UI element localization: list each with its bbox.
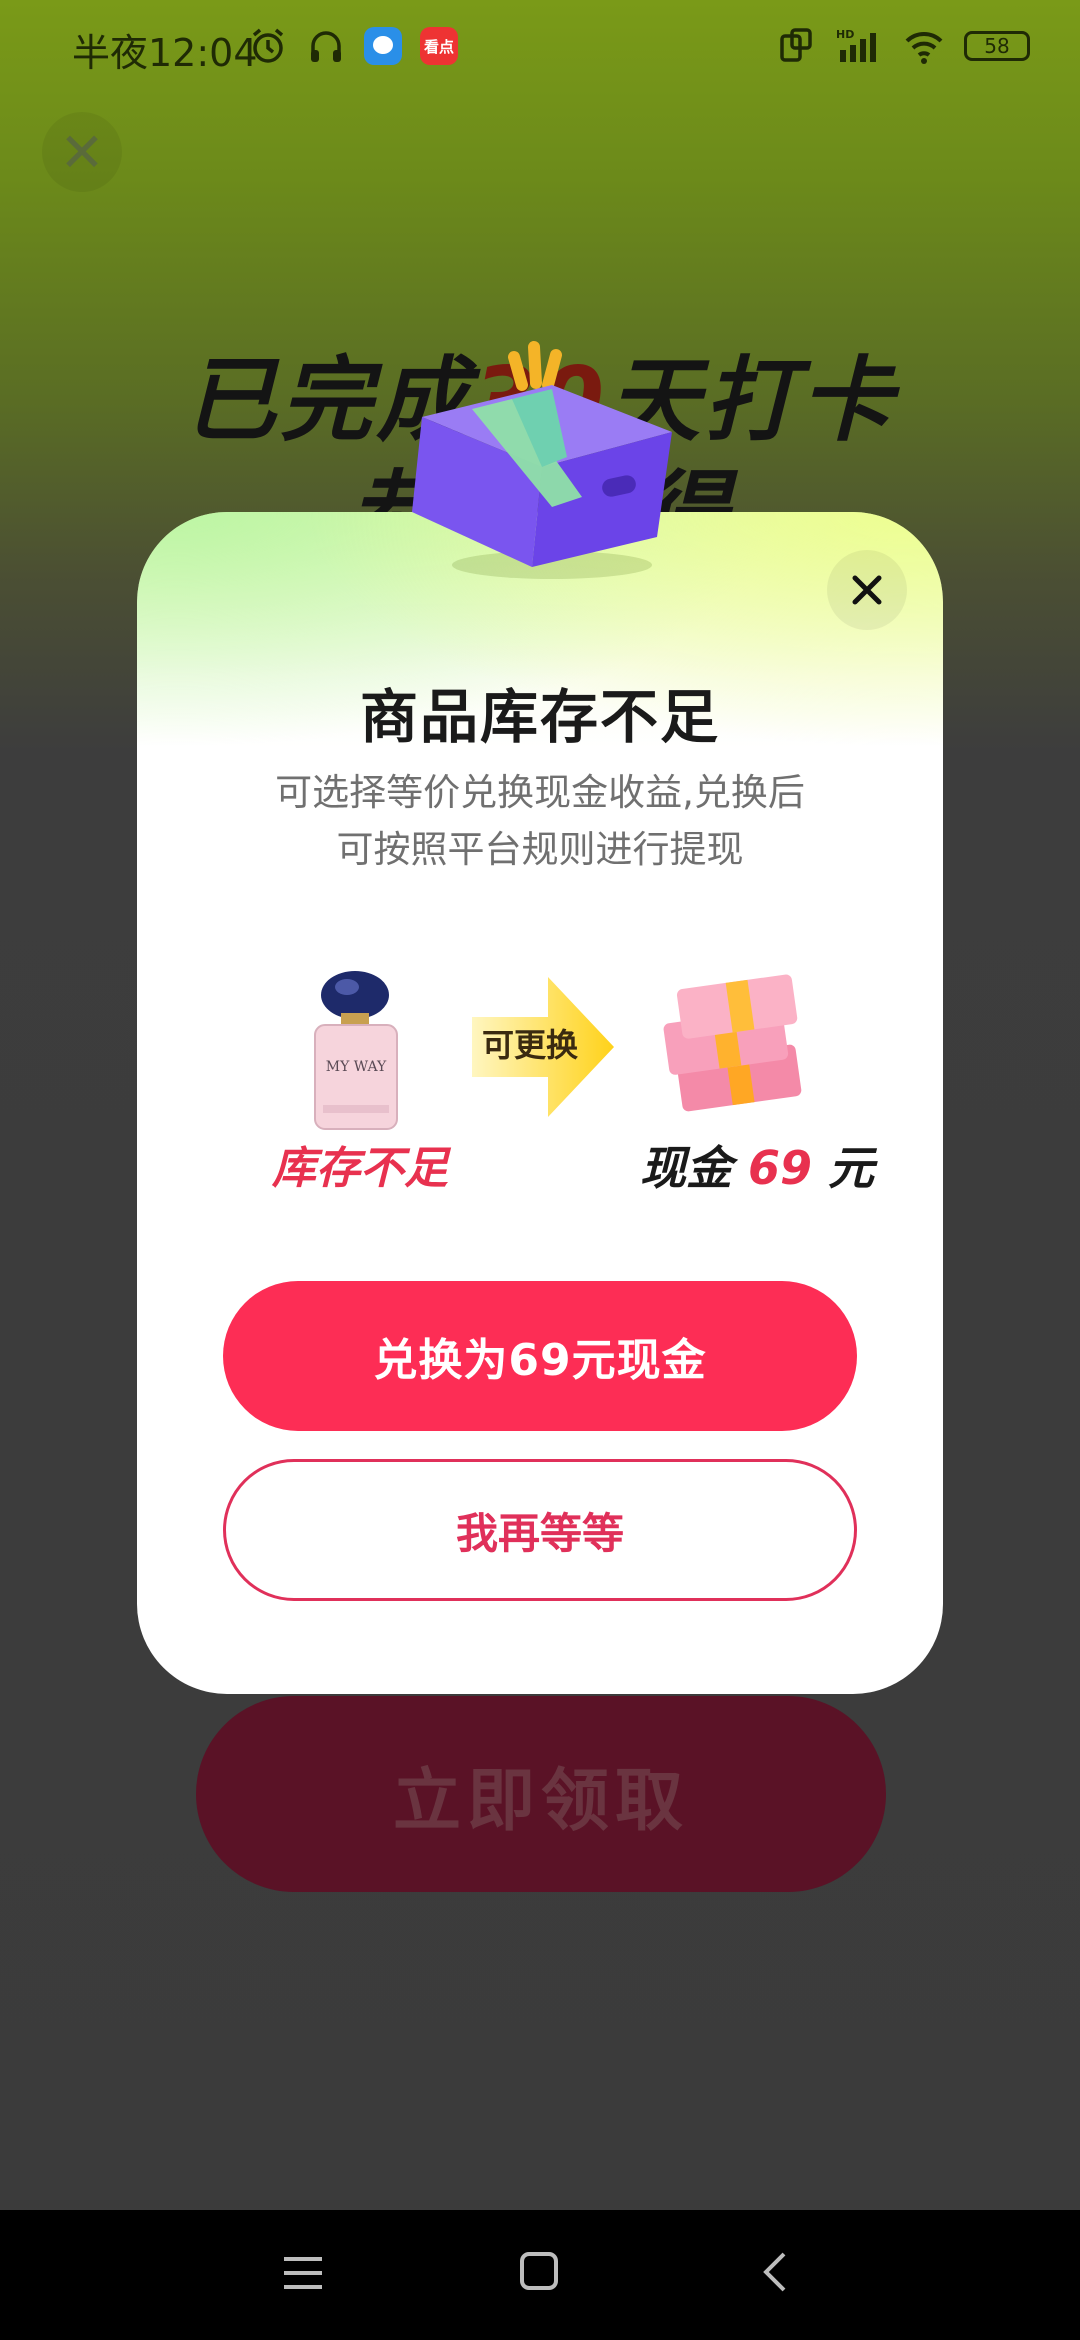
headphones-icon bbox=[311, 31, 341, 62]
back-icon[interactable] bbox=[760, 2250, 790, 2294]
dialog-title: 商品库存不足 bbox=[359, 683, 720, 751]
claim-button[interactable]: 立即领取 bbox=[196, 1696, 886, 1892]
close-icon: ✕ bbox=[59, 120, 105, 184]
system-navigation-bar bbox=[0, 2210, 1080, 2340]
status-notification-icons: 看点 bbox=[248, 26, 458, 66]
signal-icon: HD bbox=[836, 28, 876, 62]
svg-text:MY WAY: MY WAY bbox=[326, 1059, 387, 1075]
status-time: 半夜12:04 bbox=[72, 31, 258, 75]
dialog-close-button[interactable] bbox=[827, 550, 907, 630]
gift-box-illustration bbox=[412, 341, 672, 579]
wait-button[interactable]: 我再等等 bbox=[223, 1459, 857, 1601]
battery-indicator: 58 bbox=[964, 31, 1030, 61]
wifi-icon bbox=[905, 31, 943, 64]
out-of-stock-label: 库存不足 bbox=[272, 1143, 448, 1194]
screen-cast-icon bbox=[780, 28, 812, 62]
cash-stack-image bbox=[663, 974, 802, 1112]
perfume-product-image: MY WAY bbox=[314, 971, 398, 1130]
chat-app-icon bbox=[364, 27, 402, 65]
status-bar: 半夜12:04 看点 HD 58 bbox=[0, 0, 1080, 96]
status-system-icons: HD 58 bbox=[776, 26, 1030, 66]
close-icon bbox=[852, 575, 882, 605]
stock-shortage-dialog: 商品库存不足 可选择等价兑换现金收益,兑换后 可按照平台规则进行提现 MY WA… bbox=[137, 341, 943, 1694]
cash-amount-label: 现金 69 元 bbox=[639, 1141, 875, 1195]
news-app-icon: 看点 bbox=[420, 27, 458, 65]
exchangeable-label: 可更换 bbox=[481, 1026, 578, 1064]
alarm-icon bbox=[252, 28, 284, 63]
exchange-cash-button[interactable]: 兑换为69元现金 bbox=[223, 1281, 857, 1431]
dialog-description: 可选择等价兑换现金收益,兑换后 可按照平台规则进行提现 bbox=[275, 771, 805, 871]
svg-text:HD: HD bbox=[836, 28, 854, 41]
menu-icon[interactable] bbox=[282, 2255, 324, 2291]
background-close-button[interactable]: ✕ bbox=[42, 112, 122, 192]
home-icon[interactable] bbox=[520, 2252, 558, 2290]
